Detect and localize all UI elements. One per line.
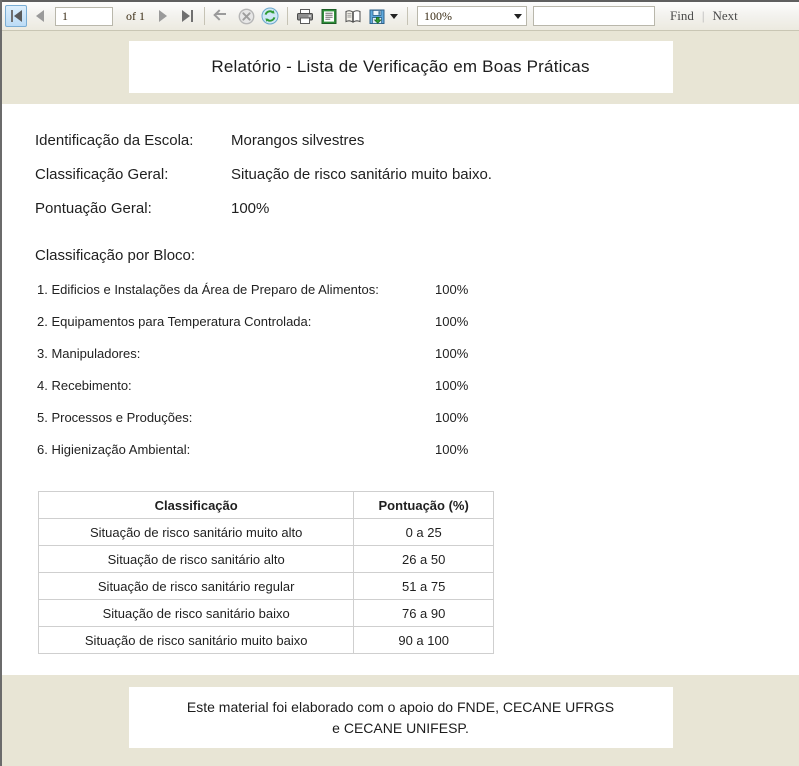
identification-row: Pontuação Geral: 100%: [35, 200, 799, 217]
last-page-button[interactable]: [176, 5, 198, 27]
find-separator: |: [701, 8, 705, 23]
list-item: 1. Edificios e Instalações da Área de Pr…: [37, 282, 799, 297]
print-layout-button[interactable]: [318, 5, 340, 27]
classification-table: Classificação Pontuação (%) Situação de …: [37, 491, 494, 654]
block-name: 3. Manipuladores:: [37, 346, 141, 361]
school-label: Identificação da Escola:: [35, 132, 194, 149]
block-score: 100%: [435, 282, 469, 297]
page-number-input[interactable]: 1: [55, 6, 113, 26]
block-name: 1. Edificios e Instalações da Área de Pr…: [37, 282, 379, 297]
find-actions: Find | Next: [667, 8, 741, 24]
previous-page-button[interactable]: [29, 5, 51, 27]
table-row: Situação de risco sanitário baixo 76 a 9…: [37, 599, 494, 627]
toolbar-separator-1: [204, 7, 205, 25]
report-body: Identificação da Escola: Morangos silves…: [2, 104, 799, 675]
block-score: 100%: [435, 346, 469, 361]
block-score: 100%: [435, 442, 469, 457]
identification-section: Identificação da Escola: Morangos silves…: [35, 132, 799, 217]
report-viewer: 1 of 1 100% Find | Next Relatório - List…: [0, 0, 799, 766]
save-export-icon: [369, 9, 385, 24]
cell-classification: Situação de risco sanitário muito baixo: [37, 626, 355, 654]
stop-icon: [238, 8, 254, 24]
list-item: 2. Equipamentos para Temperatura Control…: [37, 314, 799, 329]
printer-icon: [297, 8, 313, 24]
report-footer-box: Este material foi elaborado com o apoio …: [128, 687, 673, 748]
book-icon: [345, 9, 361, 23]
school-value: Morangos silvestres: [231, 132, 365, 149]
cell-score: 90 a 100: [353, 626, 494, 654]
export-dropdown-icon[interactable]: [390, 13, 398, 19]
cell-score: 0 a 25: [353, 518, 494, 546]
list-item: 3. Manipuladores: 100%: [37, 346, 799, 361]
report-title: Relatório - Lista de Verificação em Boas…: [211, 57, 590, 76]
cell-classification: Situação de risco sanitário baixo: [37, 599, 355, 627]
print-layout-icon: [321, 8, 337, 24]
column-header-score: Pontuação (%): [353, 491, 494, 519]
list-item: 6. Higienização Ambiental: 100%: [37, 442, 799, 457]
report-title-box: Relatório - Lista de Verificação em Boas…: [128, 41, 673, 93]
refresh-icon: [261, 7, 279, 25]
table-header-row: Classificação Pontuação (%): [37, 491, 494, 519]
page-setup-button[interactable]: [342, 5, 364, 27]
last-page-icon: [181, 10, 193, 22]
zoom-value: 100%: [424, 8, 452, 23]
column-header-classification: Classificação: [37, 491, 355, 519]
general-classification-value: Situação de risco sanitário muito baixo.: [231, 166, 492, 183]
toolbar-separator-3: [407, 7, 408, 25]
block-name: 5. Processos e Produções:: [37, 410, 193, 425]
cell-score: 51 a 75: [353, 572, 494, 600]
print-button[interactable]: [294, 5, 316, 27]
report-footer-band: Este material foi elaborado com o apoio …: [2, 675, 799, 766]
blocks-heading: Classificação por Bloco:: [35, 247, 196, 264]
block-name: 2. Equipamentos para Temperatura Control…: [37, 314, 312, 329]
first-page-icon: [10, 10, 22, 22]
identification-row: Classificação Geral: Situação de risco s…: [35, 166, 799, 183]
general-classification-label: Classificação Geral:: [35, 166, 169, 183]
footer-line-2: e CECANE UNIFESP.: [332, 719, 469, 736]
general-score-label: Pontuação Geral:: [35, 200, 152, 217]
toolbar-separator-2: [287, 7, 288, 25]
general-score-value: 100%: [231, 200, 270, 217]
list-item: 5. Processos e Produções: 100%: [37, 410, 799, 425]
page-count-label: of 1: [126, 8, 145, 23]
find-link[interactable]: Find: [667, 8, 697, 24]
list-item: 4. Recebimento: 100%: [37, 378, 799, 393]
table-row: Situação de risco sanitário muito alto 0…: [37, 518, 494, 546]
first-page-button[interactable]: [5, 5, 27, 27]
cell-classification: Situação de risco sanitário alto: [37, 545, 355, 573]
cell-classification: Situação de risco sanitário muito alto: [37, 518, 355, 546]
footer-line-1: Este material foi elaborado com o apoio …: [186, 698, 615, 715]
zoom-select[interactable]: 100%: [417, 6, 527, 26]
export-button[interactable]: [366, 5, 388, 27]
next-page-button[interactable]: [152, 5, 174, 27]
next-page-icon: [159, 10, 167, 22]
find-input[interactable]: [534, 7, 654, 26]
zoom-dropdown-icon[interactable]: [514, 13, 522, 19]
back-arrow-icon: [215, 10, 229, 22]
back-button[interactable]: [211, 5, 233, 27]
block-score: 100%: [435, 378, 469, 393]
report-page-area[interactable]: Relatório - Lista de Verificação em Boas…: [2, 31, 799, 766]
table-row: Situação de risco sanitário alto 26 a 50: [37, 545, 494, 573]
stop-button[interactable]: [235, 5, 257, 27]
table-row: Situação de risco sanitário muito baixo …: [37, 626, 494, 654]
block-score: 100%: [435, 314, 469, 329]
blocks-list: 1. Edificios e Instalações da Área de Pr…: [37, 282, 799, 457]
table-row: Situação de risco sanitário regular 51 a…: [37, 572, 494, 600]
find-input-wrapper[interactable]: [533, 6, 655, 26]
block-name: 4. Recebimento:: [37, 378, 132, 393]
identification-row: Identificação da Escola: Morangos silves…: [35, 132, 799, 149]
previous-page-icon: [36, 10, 44, 22]
cell-classification: Situação de risco sanitário regular: [37, 572, 355, 600]
find-next-link[interactable]: Next: [709, 8, 740, 24]
refresh-button[interactable]: [259, 5, 281, 27]
report-header-band: Relatório - Lista de Verificação em Boas…: [2, 31, 799, 104]
block-score: 100%: [435, 410, 469, 425]
block-name: 6. Higienização Ambiental:: [37, 442, 191, 457]
report-toolbar: 1 of 1 100% Find | Next: [2, 0, 799, 31]
cell-score: 26 a 50: [353, 545, 494, 573]
cell-score: 76 a 90: [353, 599, 494, 627]
